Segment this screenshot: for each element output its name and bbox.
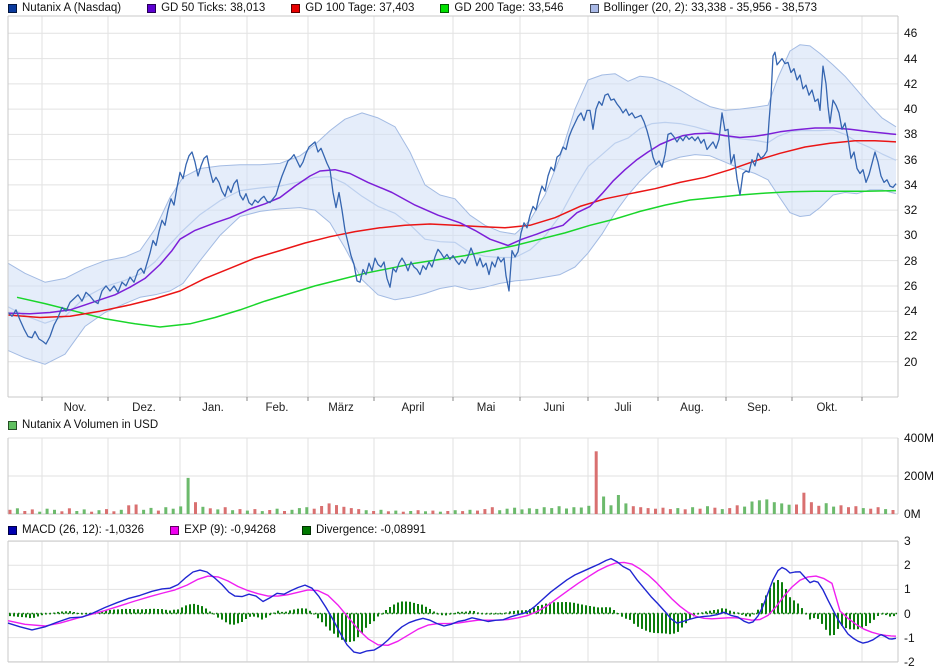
macd-axis-tick: 1 (904, 582, 940, 596)
price-legend-label: Nutanix A (Nasdaq) (22, 2, 121, 14)
chart-canvas[interactable] (0, 0, 940, 670)
volume-legend: Nutanix A Volumen in USD (8, 419, 158, 431)
price-legend-swatch-icon (147, 4, 156, 13)
macd-axis-tick: 2 (904, 558, 940, 572)
macd-legend-swatch-icon (8, 526, 17, 535)
month-label: Aug. (670, 402, 714, 414)
month-label: Nov. (53, 402, 97, 414)
month-label: Sep. (737, 402, 781, 414)
volume-legend-item: Nutanix A Volumen in USD (8, 419, 158, 431)
price-axis-tick: 44 (904, 52, 940, 66)
macd-legend: MACD (26, 12): -1,0326 EXP (9): -0,94268 D… (8, 524, 426, 536)
price-chart-legend: Nutanix A (Nasdaq) GD 50 Ticks: 38,013 GD … (8, 2, 817, 14)
price-axis-tick: 22 (904, 329, 940, 343)
macd-legend-label: Divergence: -0,08991 (316, 524, 426, 536)
price-axis-tick: 24 (904, 304, 940, 318)
price-axis-tick: 42 (904, 77, 940, 91)
price-legend-label: Bollinger (20, 2): 33,338 - 35,956 - 38,… (604, 2, 818, 14)
volume-axis-tick: 200M (904, 469, 940, 483)
month-label: Juli (601, 402, 645, 414)
price-axis-tick: 32 (904, 203, 940, 217)
month-label: Mai (464, 402, 508, 414)
month-label: Feb. (255, 402, 299, 414)
price-axis-tick: 28 (904, 254, 940, 268)
macd-legend-swatch-icon (170, 526, 179, 535)
macd-axis-tick: -1 (904, 631, 940, 645)
month-label: Okt. (805, 402, 849, 414)
price-legend-swatch-icon (590, 4, 599, 13)
volume-axis-tick: 0M (904, 507, 940, 521)
macd-legend-swatch-icon (302, 526, 311, 535)
volume-axis-tick: 400M (904, 431, 940, 445)
month-label: Juni (532, 402, 576, 414)
price-legend-swatch-icon (291, 4, 300, 13)
price-legend-item: Bollinger (20, 2): 33,338 - 35,956 - 38,… (590, 2, 818, 14)
price-axis-tick: 36 (904, 153, 940, 167)
price-legend-swatch-icon (8, 4, 17, 13)
price-legend-item: GD 200 Tage: 33,546 (440, 2, 563, 14)
macd-axis-tick: -2 (904, 655, 940, 669)
price-axis-tick: 38 (904, 127, 940, 141)
price-axis-tick: 40 (904, 102, 940, 116)
volume-legend-swatch-icon (8, 421, 17, 430)
price-axis-tick: 34 (904, 178, 940, 192)
macd-legend-label: MACD (26, 12): -1,0326 (22, 524, 144, 536)
month-label: April (391, 402, 435, 414)
price-legend-label: GD 200 Tage: 33,546 (454, 2, 563, 14)
macd-legend-item: MACD (26, 12): -1,0326 (8, 524, 144, 536)
price-axis-tick: 20 (904, 355, 940, 369)
price-legend-item: GD 100 Tage: 37,403 (291, 2, 414, 14)
macd-legend-label: EXP (9): -0,94268 (184, 524, 276, 536)
price-legend-label: GD 50 Ticks: 38,013 (161, 2, 265, 14)
volume-legend-label: Nutanix A Volumen in USD (22, 419, 158, 431)
price-legend-item: Nutanix A (Nasdaq) (8, 2, 121, 14)
macd-axis-tick: 3 (904, 534, 940, 548)
price-legend-label: GD 100 Tage: 37,403 (305, 2, 414, 14)
macd-legend-item: EXP (9): -0,94268 (170, 524, 276, 536)
price-legend-item: GD 50 Ticks: 38,013 (147, 2, 265, 14)
price-axis-tick: 46 (904, 26, 940, 40)
stock-chart-page: Nutanix A (Nasdaq) GD 50 Ticks: 38,013 GD … (0, 0, 940, 670)
month-label: Dez. (122, 402, 166, 414)
macd-legend-item: Divergence: -0,08991 (302, 524, 426, 536)
macd-axis-tick: 0 (904, 607, 940, 621)
price-axis-tick: 26 (904, 279, 940, 293)
price-legend-swatch-icon (440, 4, 449, 13)
month-label: Jan. (191, 402, 235, 414)
month-label: März (319, 402, 363, 414)
price-axis-tick: 30 (904, 228, 940, 242)
